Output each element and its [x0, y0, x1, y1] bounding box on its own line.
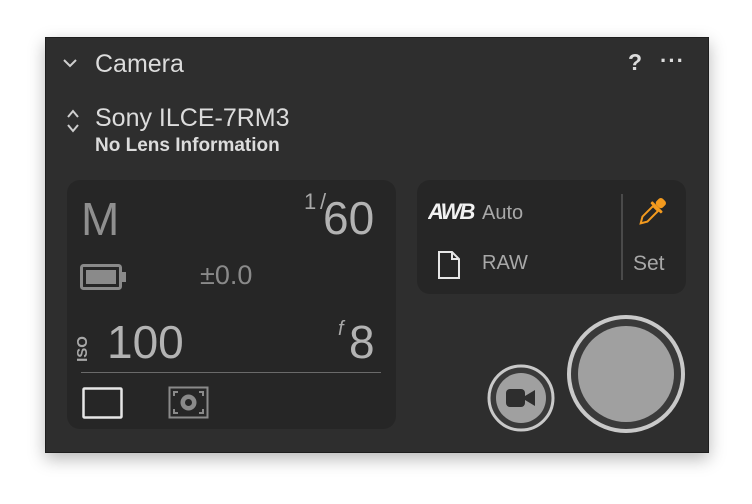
exposure-mode[interactable]: M	[81, 192, 119, 246]
white-balance-value[interactable]: Auto	[482, 202, 523, 225]
divider	[621, 194, 623, 280]
camera-model-selector[interactable]: Sony ILCE-7RM3	[95, 104, 290, 133]
help-icon[interactable]: ?	[628, 49, 642, 76]
camera-panel: Camera ? ··· Sony ILCE-7RM3 No Lens Info…	[45, 37, 709, 453]
metering-mode-icon[interactable]	[168, 386, 210, 420]
file-format-value[interactable]: RAW	[482, 252, 528, 275]
video-record-button[interactable]	[486, 363, 556, 433]
document-icon	[438, 251, 460, 279]
shutter-numerator: 1	[304, 189, 317, 214]
exposure-compensation[interactable]: ±0.0	[200, 260, 252, 291]
up-down-chevron-icon[interactable]	[66, 108, 80, 134]
battery-icon	[80, 264, 126, 290]
divider	[81, 372, 381, 373]
set-button[interactable]: Set	[633, 252, 665, 276]
shutter-denominator[interactable]: 60	[323, 191, 374, 245]
video-camera-icon	[506, 389, 525, 407]
aperture-label: f	[338, 318, 344, 340]
shutter-button[interactable]	[566, 314, 686, 434]
awb-label: AWB	[428, 199, 475, 224]
chevron-down-icon[interactable]	[62, 57, 78, 69]
lens-info: No Lens Information	[95, 135, 280, 156]
eyedropper-icon[interactable]	[635, 194, 669, 230]
aperture-value[interactable]: 8	[349, 315, 375, 369]
iso-label: ISO	[74, 336, 91, 362]
iso-label-text: ISO	[74, 336, 91, 362]
awb-icon: AWB	[428, 199, 477, 224]
iso-value[interactable]: 100	[107, 315, 184, 369]
more-options-icon[interactable]: ···	[660, 48, 685, 74]
crop-frame-icon[interactable]	[82, 387, 124, 419]
white-balance-box: AWB Auto RAW Set	[417, 180, 686, 294]
exposure-settings-box: M 1 / 60 ±0.0 ISO 100 f 8	[67, 180, 396, 429]
panel-title: Camera	[95, 50, 184, 78]
